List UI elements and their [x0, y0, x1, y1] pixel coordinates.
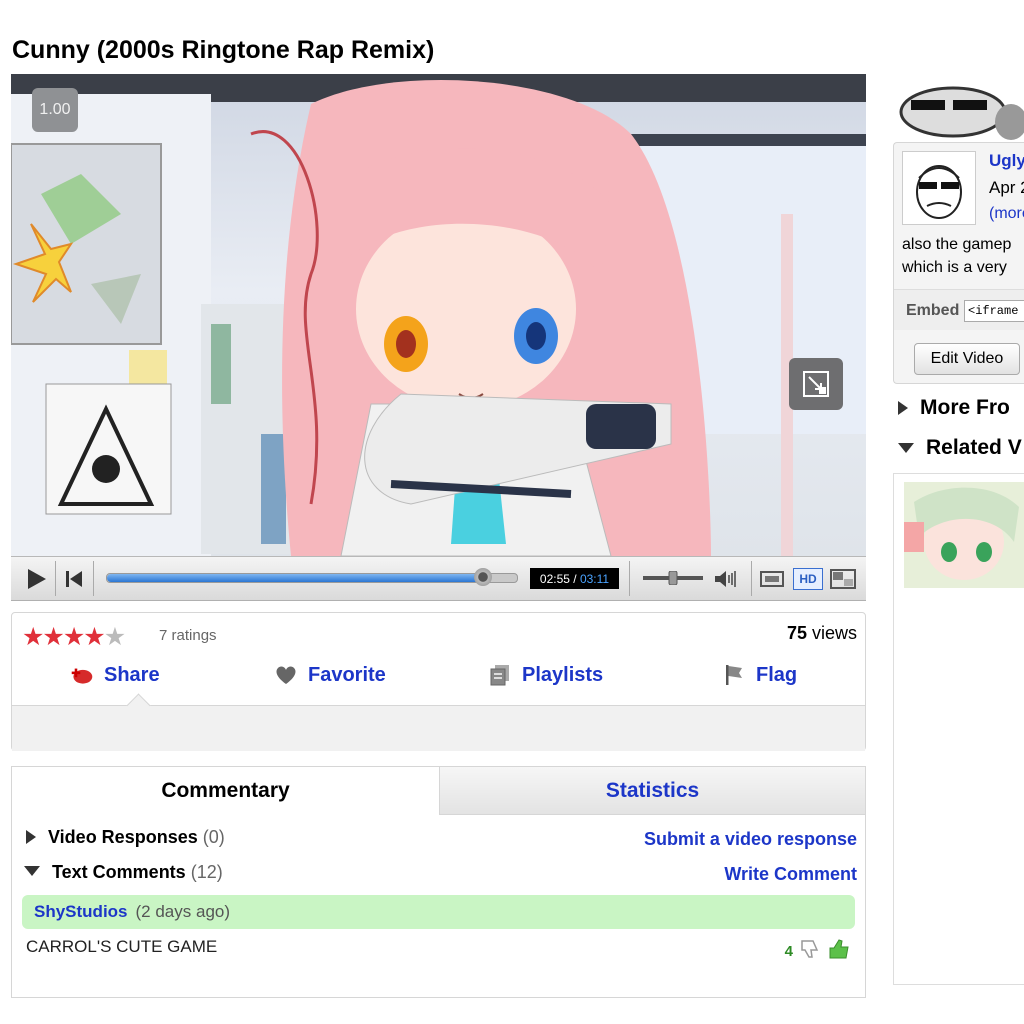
favorite-label: Favorite — [308, 663, 386, 686]
favorite-button[interactable]: Favorite — [274, 663, 386, 687]
skip-back-icon[interactable] — [63, 568, 85, 595]
video-description: also the gamep which is a very — [902, 233, 1011, 279]
embed-label: Embed — [906, 302, 960, 319]
submit-video-response-link[interactable]: Submit a video response — [644, 829, 857, 850]
related-videos-toggle[interactable]: Related V — [898, 436, 1022, 460]
share-label: Share — [104, 663, 160, 686]
description-line: also the gamep — [902, 236, 1012, 253]
more-from-toggle[interactable]: More Fro — [898, 396, 1010, 420]
video-frame[interactable]: 1.00 — [11, 74, 866, 556]
tab-commentary[interactable]: Commentary — [12, 767, 439, 815]
views-label: views — [811, 623, 857, 643]
star-filled-icon[interactable]: ★ — [42, 623, 64, 651]
player-controls: 02:55 / 03:11 HD — [11, 556, 866, 601]
view-count: 75 views — [787, 623, 857, 644]
progress-fill — [107, 574, 483, 582]
ratings-count: 7 ratings — [159, 627, 217, 644]
comment-score: 4 — [784, 943, 793, 960]
expanded-arrow-icon — [898, 443, 914, 453]
comment-author[interactable]: ShyStudios — [34, 902, 128, 922]
more-from-label: More Fro — [920, 396, 1010, 419]
video-responses-label: Video Responses — [48, 827, 198, 847]
description-line: which is a very — [902, 259, 1007, 276]
embed-row: Embed <iframe al — [894, 289, 1024, 330]
share-icon — [70, 663, 94, 687]
avatar[interactable] — [902, 151, 976, 225]
progress-handle[interactable] — [473, 568, 492, 586]
current-time: 02:55 — [539, 571, 570, 586]
fullscreen-icon[interactable] — [829, 568, 857, 595]
time-separator: / — [573, 571, 577, 586]
upload-date: Apr 2 — [989, 178, 1024, 197]
video-still — [11, 74, 866, 556]
page-title: Cunny (2000s Ringtone Rap Remix) — [12, 36, 435, 64]
write-comment-link[interactable]: Write Comment — [724, 864, 857, 885]
star-filled-icon[interactable]: ★ — [63, 623, 85, 651]
share-button[interactable]: Share — [70, 663, 160, 687]
playback-speed-badge[interactable]: 1.00 — [32, 88, 78, 132]
video-responses-toggle[interactable]: Video Responses (0) — [26, 827, 225, 848]
comment-vote: 4 — [785, 937, 851, 966]
star-empty-icon[interactable]: ★ — [104, 623, 126, 651]
hd-button[interactable]: HD — [793, 568, 823, 590]
video-responses-count: (0) — [202, 827, 225, 847]
related-label: Related V — [926, 436, 1022, 459]
views-number: 75 — [786, 623, 807, 643]
thumbs-up-icon[interactable] — [827, 937, 851, 966]
volume-slider[interactable] — [643, 570, 703, 586]
text-comments-label: Text Comments — [52, 862, 186, 882]
star-filled-icon[interactable]: ★ — [83, 623, 105, 651]
collapsed-arrow-icon — [898, 401, 908, 415]
playlists-button[interactable]: Playlists — [488, 663, 603, 687]
text-comments-toggle[interactable]: Text Comments (12) — [24, 862, 223, 883]
more-link-label: more — [994, 205, 1024, 222]
flag-button[interactable]: Flag — [722, 663, 797, 687]
thumbs-down-icon[interactable] — [799, 938, 821, 965]
total-time: 03:11 — [579, 571, 610, 586]
flag-icon — [722, 663, 746, 687]
play-icon[interactable] — [23, 566, 49, 597]
tab-statistics[interactable]: Statistics — [439, 767, 865, 815]
uploader-name[interactable]: Ugly — [989, 151, 1024, 171]
popout-icon[interactable] — [759, 568, 785, 595]
channel-banner — [893, 74, 1024, 144]
comment-text: CARROL'S CUTE GAME — [26, 937, 218, 956]
related-videos-list — [893, 473, 1024, 985]
flag-label: Flag — [756, 663, 798, 686]
video-player[interactable]: 1.00 02:55 / 03:11 HD — [11, 74, 866, 601]
rating-panel: ★★★★★ 7 ratings 75 views Share Favorite … — [11, 612, 866, 751]
comment-time: (2 days ago) — [135, 902, 231, 921]
heart-icon — [274, 663, 298, 687]
uploader-info: Ugly Apr 2 (more also the gamep which is… — [893, 142, 1024, 384]
progress-bar[interactable] — [106, 568, 518, 586]
star-rating[interactable]: ★★★★★ — [22, 622, 126, 652]
text-comments-count: (12) — [190, 862, 223, 882]
time-display: 02:55 / 03:11 — [530, 568, 619, 589]
embed-code-field[interactable]: <iframe al — [964, 300, 1024, 322]
related-video-thumbnail[interactable] — [904, 482, 1024, 588]
comments-panel: Commentary Statistics Video Responses (0… — [11, 766, 866, 998]
collapsed-arrow-icon — [26, 830, 36, 844]
playlists-label: Playlists — [522, 663, 604, 686]
more-info-link[interactable]: (more — [989, 205, 1024, 223]
volume-icon[interactable] — [713, 568, 737, 595]
expanded-arrow-icon — [24, 866, 40, 876]
playlist-icon — [488, 663, 512, 687]
edit-video-button[interactable]: Edit Video — [914, 343, 1020, 375]
comment-header: ShyStudios (2 days ago) — [22, 895, 855, 929]
star-filled-icon[interactable]: ★ — [22, 623, 44, 651]
expand-icon[interactable] — [789, 358, 843, 410]
